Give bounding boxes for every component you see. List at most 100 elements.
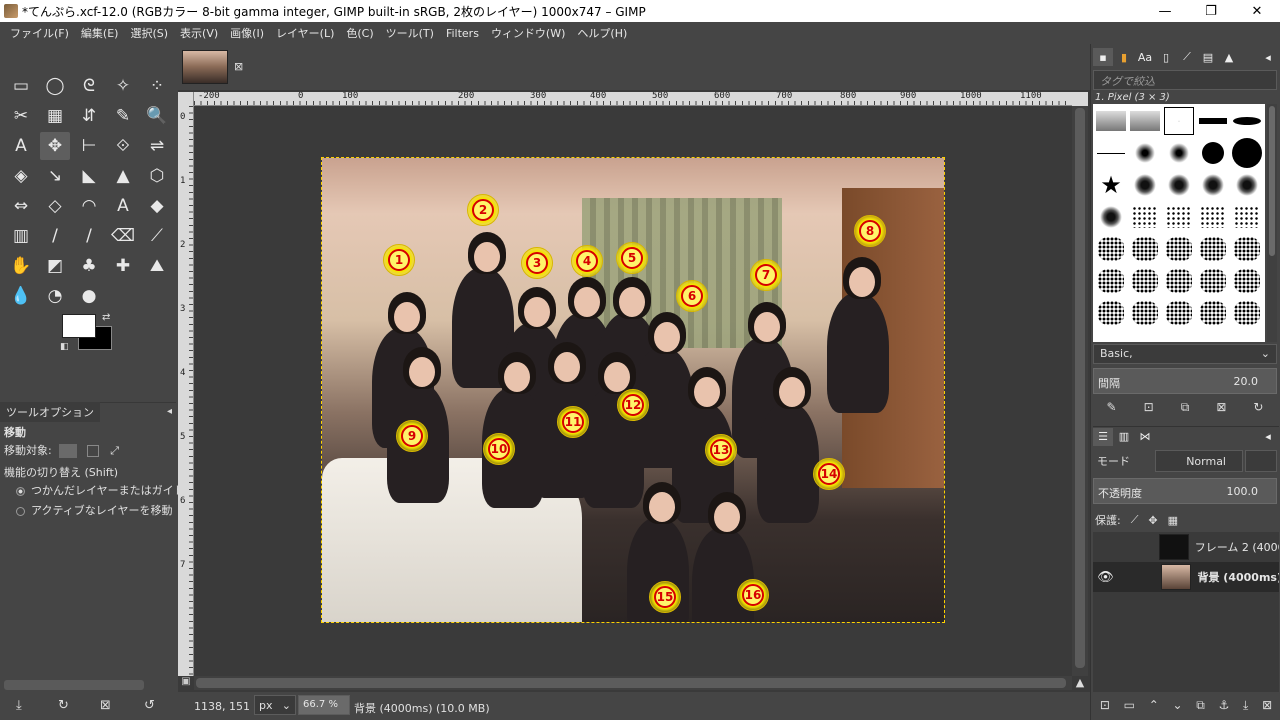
dock-menu-icon[interactable]: ◂ [1258, 428, 1278, 446]
brush-gradient-bar[interactable] [1095, 106, 1127, 136]
duplicate-brush-icon[interactable]: ⧉ [1181, 400, 1190, 420]
menu-filters[interactable]: Filters [440, 27, 485, 40]
vertical-scroll-thumb[interactable] [1075, 108, 1085, 668]
tab-documents[interactable]: ▯ [1156, 48, 1176, 66]
brush-dot-large[interactable] [1231, 138, 1263, 168]
brush-splatter[interactable] [1231, 170, 1263, 200]
zoom-icon[interactable]: 🔍 [142, 102, 172, 130]
brush-texture[interactable] [1163, 266, 1195, 296]
brush-splatter[interactable] [1163, 170, 1195, 200]
delete-options-icon[interactable]: ⊠ [100, 698, 111, 713]
zoom-select[interactable]: 66.7 % [298, 695, 350, 715]
option-pick-layer[interactable]: つかんだレイヤーまたはガイド [16, 482, 185, 498]
new-layer-icon[interactable]: ⊡ [1100, 698, 1110, 718]
swap-colors-icon[interactable]: ⇄ [102, 312, 110, 323]
anchor-layer-icon[interactable]: ⚓ [1219, 698, 1230, 718]
menu-colors[interactable]: 色(C) [340, 25, 379, 41]
brush-tag-filter[interactable]: タグで絞込 [1093, 70, 1277, 90]
quick-mask-icon[interactable]: ▣ [178, 676, 194, 690]
delete-layer-icon[interactable]: ⊠ [1262, 698, 1272, 718]
clone-icon[interactable]: ◩ [40, 252, 70, 280]
composite-mode-select[interactable] [1245, 450, 1277, 472]
text-icon[interactable]: A [108, 192, 138, 220]
navigate-icon[interactable]: ▲ [1072, 676, 1088, 690]
menu-tools[interactable]: ツール(T) [380, 25, 440, 41]
radio-unselected-icon[interactable] [16, 506, 25, 516]
brush-scatter[interactable] [1163, 202, 1195, 232]
menu-file[interactable]: ファイル(F) [4, 25, 75, 41]
brush-dot-fuzzy[interactable] [1129, 138, 1161, 168]
crop-icon[interactable]: ⟐ [108, 132, 138, 160]
brush-pixel[interactable]: · [1163, 106, 1195, 136]
brush-texture[interactable] [1129, 298, 1161, 328]
lock-pixels-icon[interactable]: ⟋ [1131, 513, 1139, 527]
image-tab-thumbnail[interactable] [182, 50, 228, 84]
smudge-icon[interactable]: ✋ [6, 252, 36, 280]
perspective-clone-icon[interactable]: ✚ [108, 252, 138, 280]
scale-icon[interactable]: ↘ [40, 162, 70, 190]
tab-layers[interactable]: ☰ [1093, 427, 1113, 446]
color-picker-icon[interactable]: ✎ [108, 102, 138, 130]
edit-brush-icon[interactable]: ✎ [1107, 400, 1117, 420]
merge-layer-icon[interactable]: ⤓ [1243, 698, 1248, 718]
brush-scroll-thumb[interactable] [1269, 106, 1275, 256]
save-options-icon[interactable]: ⤓ [16, 698, 22, 713]
menu-view[interactable]: 表示(V) [174, 25, 224, 41]
brush-texture[interactable] [1231, 266, 1263, 296]
raise-layer-icon[interactable]: ⌃ [1149, 698, 1159, 718]
menu-image[interactable]: 画像(I) [224, 25, 270, 41]
maximize-button[interactable]: ❐ [1188, 0, 1234, 22]
brush-preset-select[interactable]: Basic, ⌄ [1093, 344, 1277, 364]
brush-splatter[interactable] [1129, 170, 1161, 200]
move-selection-icon[interactable] [86, 445, 99, 457]
gradient-icon[interactable]: ▥ [6, 222, 36, 250]
brush-texture[interactable] [1129, 266, 1161, 296]
brush-texture[interactable] [1163, 298, 1195, 328]
brush-star[interactable]: ★ [1095, 170, 1127, 200]
color-select-icon[interactable]: ⁘ [142, 72, 172, 100]
brush-texture[interactable] [1231, 298, 1263, 328]
brush-ellipse[interactable] [1231, 106, 1263, 136]
zoom-fit-icon[interactable] [1072, 92, 1088, 106]
close-button[interactable]: ✕ [1234, 0, 1280, 22]
minimize-button[interactable]: — [1142, 0, 1188, 22]
unit-select[interactable]: px ⌄ [254, 695, 296, 715]
menu-select[interactable]: 選択(S) [124, 25, 174, 41]
eraser-icon[interactable]: ⌫ [108, 222, 138, 250]
paintbrush-icon[interactable]: / [74, 222, 104, 250]
layer-row[interactable]: フレーム 2 (4000 [1093, 532, 1279, 562]
new-layer-group-icon[interactable]: ▭ [1124, 698, 1135, 718]
brush-splatter[interactable] [1197, 170, 1229, 200]
unified-transform-icon[interactable]: ⇌ [142, 132, 172, 160]
vertical-ruler[interactable]: 0 1 2 3 4 5 6 7 [178, 106, 194, 676]
vertical-scrollbar[interactable] [1072, 106, 1088, 676]
perspective-icon[interactable]: ▲ [108, 162, 138, 190]
brush-texture[interactable] [1163, 234, 1195, 264]
brush-spacing-slider[interactable]: 間隔 20.0 [1093, 368, 1277, 394]
lower-layer-icon[interactable]: ⌄ [1172, 698, 1182, 718]
dodge-icon[interactable]: ⛰ [142, 252, 172, 280]
brush-texture[interactable] [1095, 298, 1127, 328]
option-active-layer[interactable]: アクティブなレイヤーを移動 [16, 502, 172, 518]
tab-paths[interactable]: ⋈ [1135, 428, 1155, 446]
ink-icon[interactable]: ◔ [40, 282, 70, 310]
tab-fonts[interactable]: Aa [1135, 48, 1155, 66]
brush-scrollbar[interactable] [1267, 104, 1277, 342]
dock-menu-icon[interactable]: ◂ [1258, 48, 1278, 66]
tab-dynamics[interactable]: ▲ [1219, 48, 1239, 66]
menu-windows[interactable]: ウィンドウ(W) [485, 25, 571, 41]
blur-icon[interactable]: 💧 [6, 282, 36, 310]
measure-icon[interactable]: A [6, 132, 36, 160]
restore-options-icon[interactable]: ↻ [58, 698, 69, 713]
heal-icon[interactable]: ♣ [74, 252, 104, 280]
rect-select-icon[interactable]: ▭ [6, 72, 36, 100]
tab-tool-options[interactable]: ツールオプション [0, 401, 100, 422]
3d-transform-icon[interactable]: ⬡ [142, 162, 172, 190]
brush-splatter[interactable] [1095, 202, 1127, 232]
tab-gradients[interactable]: ▤ [1198, 48, 1218, 66]
brush-texture[interactable] [1197, 298, 1229, 328]
image-canvas[interactable]: 1 2 3 4 5 6 7 8 9 10 11 12 13 14 15 16 [321, 157, 945, 623]
horizontal-ruler[interactable]: -200 0 100 200 300 400 500 600 700 800 900 1000 1100 [194, 92, 1072, 106]
toolbox-scrollbar[interactable] [4, 680, 144, 690]
brush-texture[interactable] [1129, 234, 1161, 264]
